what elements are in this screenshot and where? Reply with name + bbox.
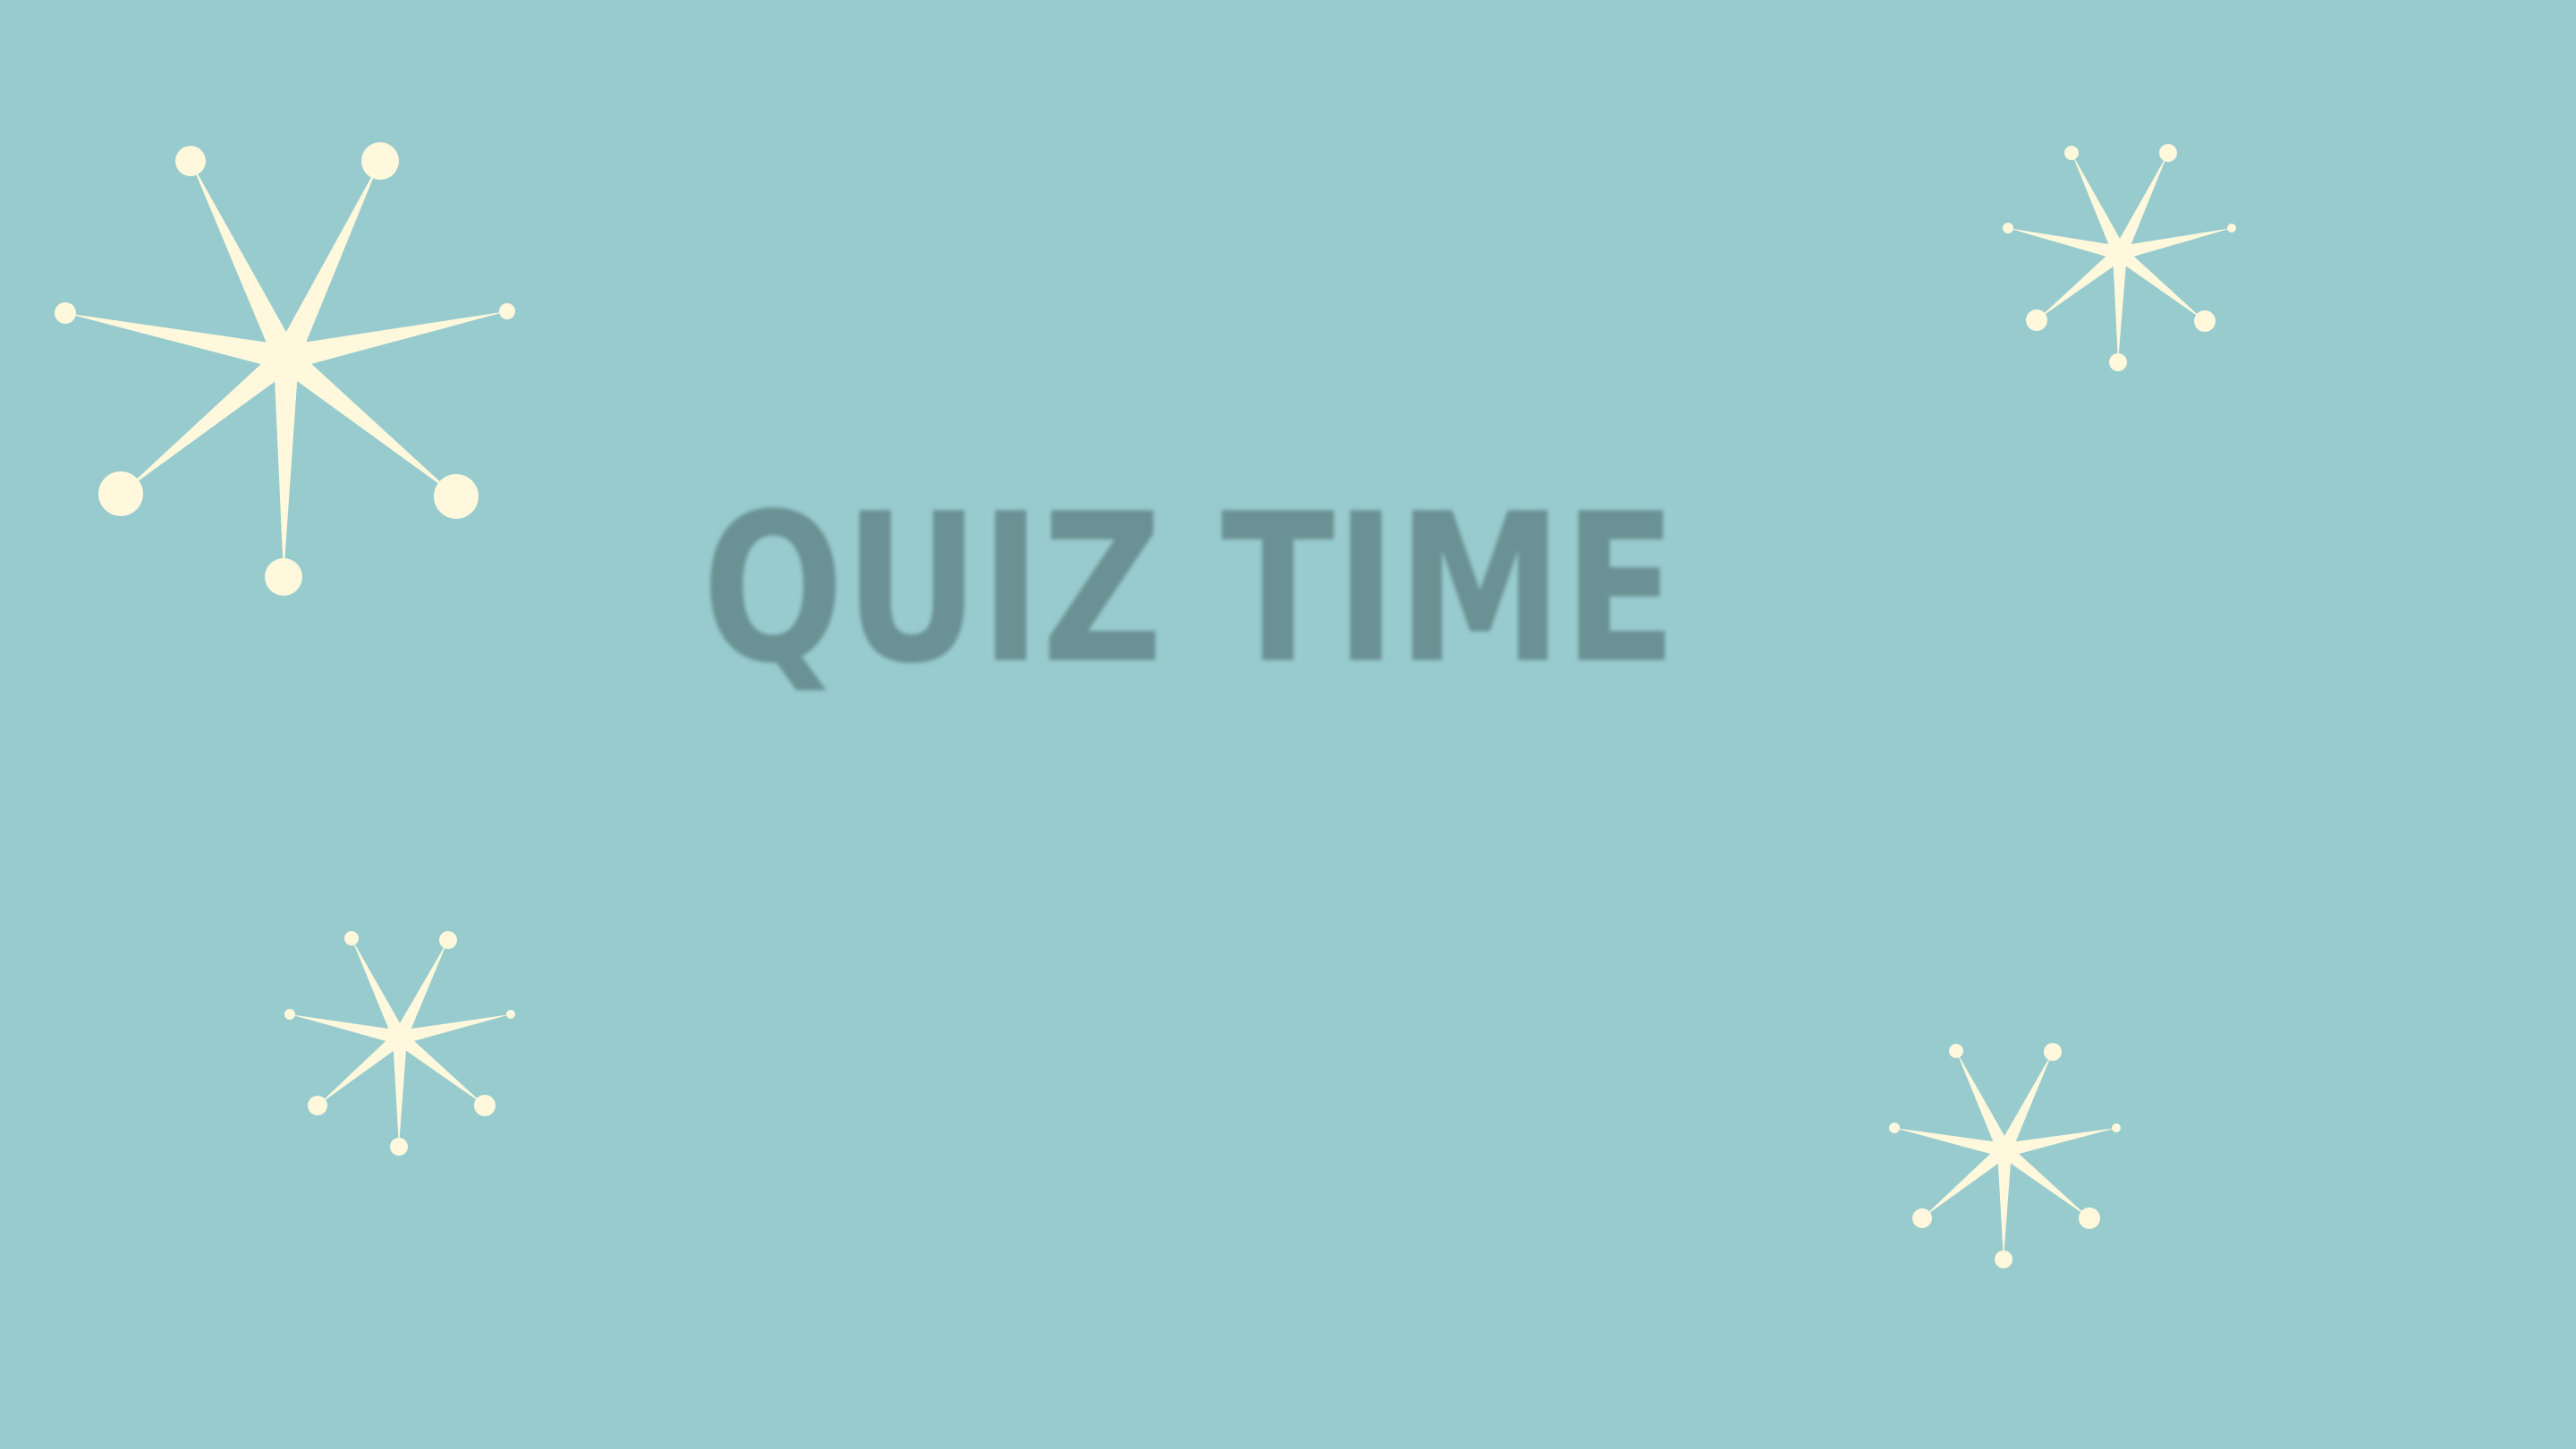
title-graphic: QUIZ TIME [702, 470, 1677, 709]
slide-title: QUIZ TIME [702, 470, 1677, 709]
slide-canvas: QUIZ TIME [0, 0, 2576, 1449]
